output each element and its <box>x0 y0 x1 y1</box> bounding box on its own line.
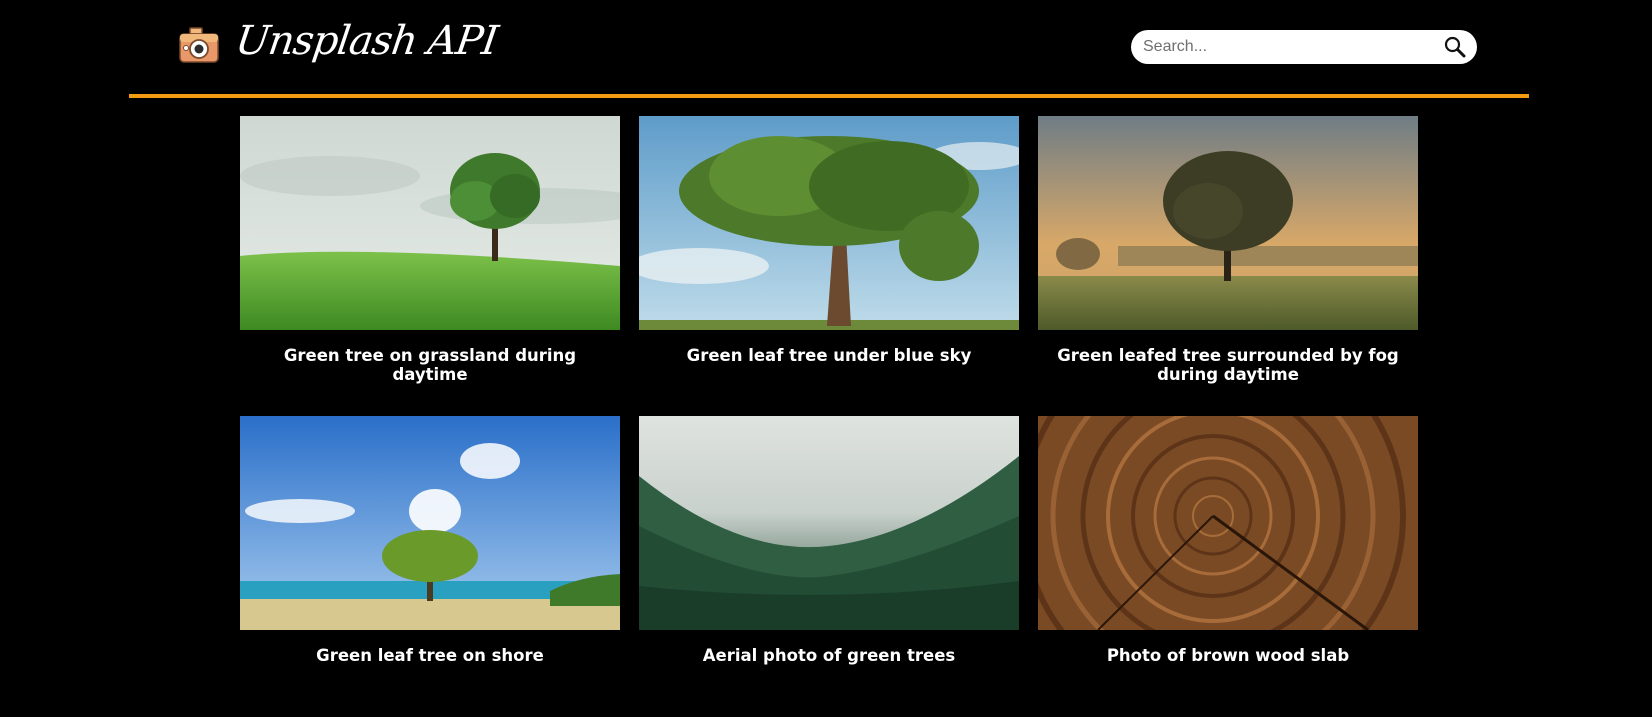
photo-caption: Green leaf tree under blue sky <box>686 346 972 365</box>
search-input[interactable] <box>1143 30 1433 64</box>
photo-caption: Green leaf tree on shore <box>316 646 544 665</box>
header-divider <box>129 94 1529 98</box>
photo-caption: Green leafed tree surrounded by fog duri… <box>1057 346 1399 384</box>
gallery-card[interactable]: Green leaf tree on shore <box>240 416 620 665</box>
camera-icon[interactable] <box>178 26 220 66</box>
search-bar <box>1131 30 1477 64</box>
photo-thumbnail[interactable] <box>240 116 620 330</box>
photo-thumbnail[interactable] <box>1038 416 1418 630</box>
gallery-card[interactable]: Green leafed tree surrounded by fog duri… <box>1038 116 1418 384</box>
photo-caption: Aerial photo of green trees <box>702 646 956 665</box>
logo-text[interactable]: Unsplash API <box>233 18 500 64</box>
photo-thumbnail[interactable] <box>240 416 620 630</box>
gallery-card[interactable]: Green leaf tree under blue sky <box>639 116 1019 365</box>
gallery-card[interactable]: Green tree on grassland during daytime <box>240 116 620 384</box>
gallery-card[interactable]: Photo of brown wood slab <box>1038 416 1418 665</box>
photo-thumbnail[interactable] <box>1038 116 1418 330</box>
photo-caption: Photo of brown wood slab <box>1106 646 1350 665</box>
photo-thumbnail[interactable] <box>639 416 1019 630</box>
gallery-card[interactable]: Aerial photo of green trees <box>639 416 1019 665</box>
photo-thumbnail[interactable] <box>639 116 1019 330</box>
header: Unsplash API <box>0 0 1652 98</box>
search-icon[interactable] <box>1443 35 1467 59</box>
page: Unsplash API Search... Green tree on gra… <box>0 0 1652 717</box>
photo-caption: Green tree on grassland during daytime <box>283 346 577 384</box>
